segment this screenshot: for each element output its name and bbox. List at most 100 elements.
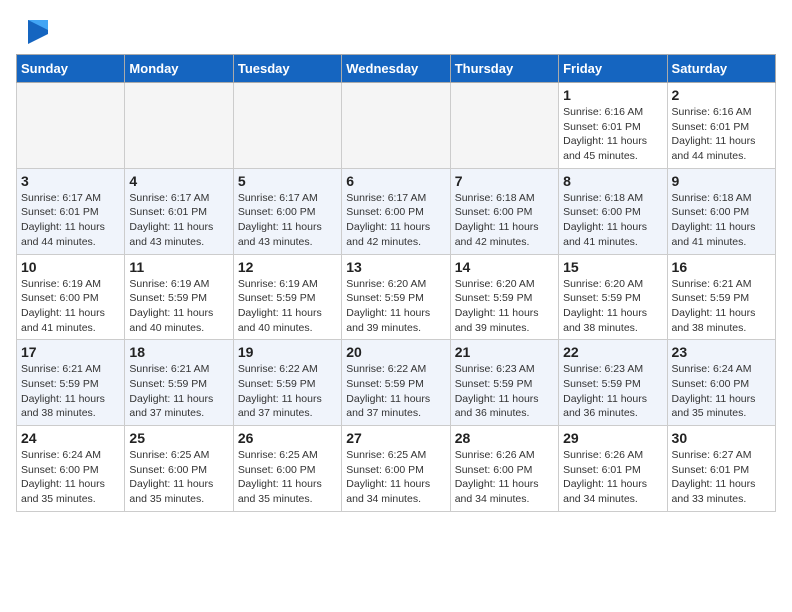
calendar-cell: 20 Sunrise: 6:22 AMSunset: 5:59 PMDayligh… xyxy=(342,340,450,426)
day-info: Sunrise: 6:23 AMSunset: 5:59 PMDaylight:… xyxy=(563,362,662,421)
calendar-cell: 7 Sunrise: 6:18 AMSunset: 6:00 PMDaylight… xyxy=(450,168,558,254)
calendar-cell: 19 Sunrise: 6:22 AMSunset: 5:59 PMDayligh… xyxy=(233,340,341,426)
calendar-cell: 15Sunrise: 6:20 AMSunset: 5:59 PMDayligh… xyxy=(559,254,667,340)
day-info: Sunrise: 6:23 AMSunset: 5:59 PMDaylight:… xyxy=(455,362,554,421)
day-info: Sunrise: 6:21 AMSunset: 5:59 PMDaylight:… xyxy=(672,277,771,336)
day-number: 30 xyxy=(672,430,771,446)
calendar-cell: 30 Sunrise: 6:27 AMSunset: 6:01 PMDayligh… xyxy=(667,426,775,512)
logo-icon xyxy=(20,16,48,44)
day-number: 16 xyxy=(672,259,771,275)
day-info: Sunrise: 6:26 AMSunset: 6:00 PMDaylight:… xyxy=(455,448,554,507)
calendar-cell xyxy=(17,83,125,169)
calendar: SundayMondayTuesdayWednesdayThursdayFrid… xyxy=(16,54,776,512)
calendar-cell: 4Sunrise: 6:17 AMSunset: 6:01 PMDaylight… xyxy=(125,168,233,254)
calendar-week-row: 10 Sunrise: 6:19 AMSunset: 6:00 PMDayligh… xyxy=(17,254,776,340)
day-number: 20 xyxy=(346,344,445,360)
calendar-cell: 22 Sunrise: 6:23 AMSunset: 5:59 PMDayligh… xyxy=(559,340,667,426)
day-info: Sunrise: 6:22 AMSunset: 5:59 PMDaylight:… xyxy=(238,362,337,421)
header xyxy=(16,16,776,44)
day-info: Sunrise: 6:17 AMSunset: 6:00 PMDaylight:… xyxy=(346,191,445,250)
calendar-cell: 11 Sunrise: 6:19 AMSunset: 5:59 PMDayligh… xyxy=(125,254,233,340)
day-info: Sunrise: 6:27 AMSunset: 6:01 PMDaylight:… xyxy=(672,448,771,507)
calendar-cell xyxy=(450,83,558,169)
calendar-cell: 21 Sunrise: 6:23 AMSunset: 5:59 PMDayligh… xyxy=(450,340,558,426)
day-info: Sunrise: 6:21 AMSunset: 5:59 PMDaylight:… xyxy=(129,362,228,421)
day-info: Sunrise: 6:18 AMSunset: 6:00 PMDaylight:… xyxy=(455,191,554,250)
day-info: Sunrise: 6:25 AMSunset: 6:00 PMDaylight:… xyxy=(129,448,228,507)
day-number: 21 xyxy=(455,344,554,360)
calendar-cell: 24 Sunrise: 6:24 AMSunset: 6:00 PMDayligh… xyxy=(17,426,125,512)
calendar-cell: 26 Sunrise: 6:25 AMSunset: 6:00 PMDayligh… xyxy=(233,426,341,512)
day-number: 3 xyxy=(21,173,120,189)
weekday-header: Sunday xyxy=(17,55,125,83)
calendar-cell: 29 Sunrise: 6:26 AMSunset: 6:01 PMDayligh… xyxy=(559,426,667,512)
day-number: 17 xyxy=(21,344,120,360)
day-info: Sunrise: 6:18 AMSunset: 6:00 PMDaylight:… xyxy=(563,191,662,250)
calendar-week-row: 17 Sunrise: 6:21 AMSunset: 5:59 PMDayligh… xyxy=(17,340,776,426)
day-number: 1 xyxy=(563,87,662,103)
logo xyxy=(16,16,48,44)
weekday-header: Monday xyxy=(125,55,233,83)
day-number: 9 xyxy=(672,173,771,189)
day-info: Sunrise: 6:22 AMSunset: 5:59 PMDaylight:… xyxy=(346,362,445,421)
weekday-header: Saturday xyxy=(667,55,775,83)
day-number: 27 xyxy=(346,430,445,446)
day-number: 7 xyxy=(455,173,554,189)
day-info: Sunrise: 6:17 AMSunset: 6:01 PMDaylight:… xyxy=(129,191,228,250)
day-info: Sunrise: 6:19 AMSunset: 6:00 PMDaylight:… xyxy=(21,277,120,336)
day-info: Sunrise: 6:20 AMSunset: 5:59 PMDaylight:… xyxy=(346,277,445,336)
calendar-week-row: 1 Sunrise: 6:16 AMSunset: 6:01 PMDaylight… xyxy=(17,83,776,169)
day-number: 2 xyxy=(672,87,771,103)
calendar-cell: 12Sunrise: 6:19 AMSunset: 5:59 PMDayligh… xyxy=(233,254,341,340)
day-number: 5 xyxy=(238,173,337,189)
calendar-cell xyxy=(125,83,233,169)
day-number: 18 xyxy=(129,344,228,360)
day-number: 11 xyxy=(129,259,228,275)
weekday-header: Tuesday xyxy=(233,55,341,83)
calendar-cell: 13 Sunrise: 6:20 AMSunset: 5:59 PMDayligh… xyxy=(342,254,450,340)
day-number: 10 xyxy=(21,259,120,275)
day-number: 22 xyxy=(563,344,662,360)
day-info: Sunrise: 6:24 AMSunset: 6:00 PMDaylight:… xyxy=(21,448,120,507)
day-number: 28 xyxy=(455,430,554,446)
calendar-cell: 27 Sunrise: 6:25 AMSunset: 6:00 PMDayligh… xyxy=(342,426,450,512)
calendar-cell: 28 Sunrise: 6:26 AMSunset: 6:00 PMDayligh… xyxy=(450,426,558,512)
day-number: 14 xyxy=(455,259,554,275)
calendar-cell: 2Sunrise: 6:16 AMSunset: 6:01 PMDaylight… xyxy=(667,83,775,169)
day-info: Sunrise: 6:17 AMSunset: 6:01 PMDaylight:… xyxy=(21,191,120,250)
day-number: 8 xyxy=(563,173,662,189)
day-number: 6 xyxy=(346,173,445,189)
day-info: Sunrise: 6:25 AMSunset: 6:00 PMDaylight:… xyxy=(346,448,445,507)
weekday-header: Wednesday xyxy=(342,55,450,83)
weekday-header: Friday xyxy=(559,55,667,83)
weekday-header: Thursday xyxy=(450,55,558,83)
day-info: Sunrise: 6:16 AMSunset: 6:01 PMDaylight:… xyxy=(563,105,662,164)
calendar-cell: 17Sunrise: 6:21 AMSunset: 5:59 PMDayligh… xyxy=(17,340,125,426)
calendar-cell: 5 Sunrise: 6:17 AMSunset: 6:00 PMDaylight… xyxy=(233,168,341,254)
calendar-cell: 3 Sunrise: 6:17 AMSunset: 6:01 PMDaylight… xyxy=(17,168,125,254)
day-info: Sunrise: 6:26 AMSunset: 6:01 PMDaylight:… xyxy=(563,448,662,507)
calendar-cell: 14 Sunrise: 6:20 AMSunset: 5:59 PMDayligh… xyxy=(450,254,558,340)
calendar-cell xyxy=(342,83,450,169)
day-number: 25 xyxy=(129,430,228,446)
day-info: Sunrise: 6:20 AMSunset: 5:59 PMDaylight:… xyxy=(455,277,554,336)
day-number: 26 xyxy=(238,430,337,446)
calendar-header-row: SundayMondayTuesdayWednesdayThursdayFrid… xyxy=(17,55,776,83)
calendar-cell: 10 Sunrise: 6:19 AMSunset: 6:00 PMDayligh… xyxy=(17,254,125,340)
day-number: 19 xyxy=(238,344,337,360)
day-number: 13 xyxy=(346,259,445,275)
page: SundayMondayTuesdayWednesdayThursdayFrid… xyxy=(0,0,792,528)
day-info: Sunrise: 6:19 AMSunset: 5:59 PMDaylight:… xyxy=(129,277,228,336)
day-number: 29 xyxy=(563,430,662,446)
calendar-cell: 25 Sunrise: 6:25 AMSunset: 6:00 PMDayligh… xyxy=(125,426,233,512)
calendar-cell: 16 Sunrise: 6:21 AMSunset: 5:59 PMDayligh… xyxy=(667,254,775,340)
day-info: Sunrise: 6:25 AMSunset: 6:00 PMDaylight:… xyxy=(238,448,337,507)
calendar-cell: 1 Sunrise: 6:16 AMSunset: 6:01 PMDaylight… xyxy=(559,83,667,169)
day-info: Sunrise: 6:19 AMSunset: 5:59 PMDaylight:… xyxy=(238,277,337,336)
day-number: 23 xyxy=(672,344,771,360)
day-number: 15 xyxy=(563,259,662,275)
calendar-cell: 9Sunrise: 6:18 AMSunset: 6:00 PMDaylight… xyxy=(667,168,775,254)
day-info: Sunrise: 6:17 AMSunset: 6:00 PMDaylight:… xyxy=(238,191,337,250)
day-number: 24 xyxy=(21,430,120,446)
calendar-week-row: 3 Sunrise: 6:17 AMSunset: 6:01 PMDaylight… xyxy=(17,168,776,254)
